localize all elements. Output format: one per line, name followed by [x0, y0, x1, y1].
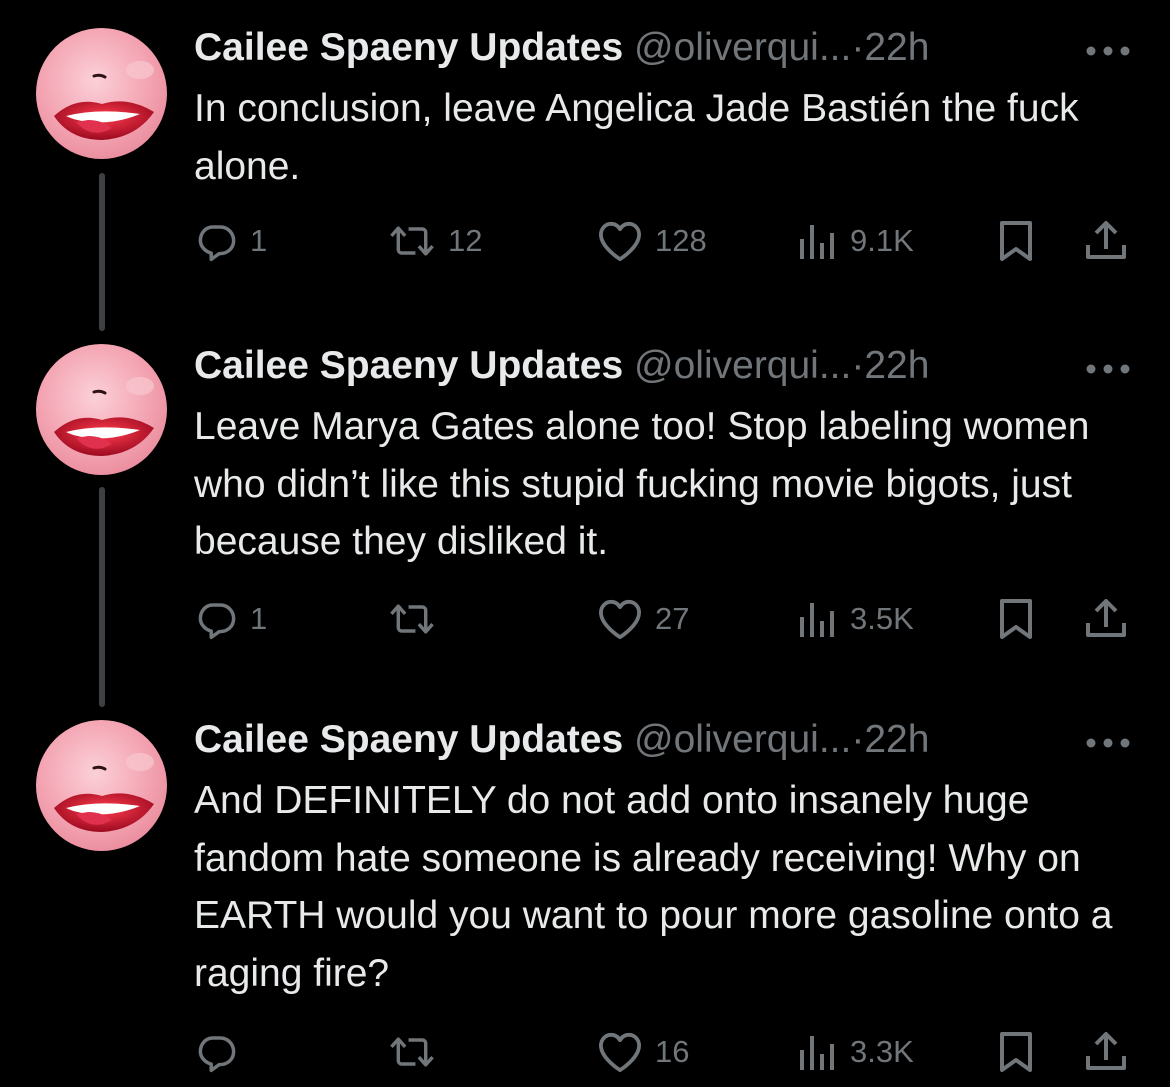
- tweet-actions: 1 27 3.5K: [0, 589, 1170, 649]
- like-count: 128: [655, 223, 707, 258]
- views-icon: [800, 1036, 834, 1070]
- reply-button[interactable]: 1: [196, 589, 267, 649]
- more-dots-icon[interactable]: [1085, 44, 1131, 56]
- reply-count: 1: [250, 601, 268, 636]
- share-icon: [1086, 221, 1126, 259]
- bookmark-icon: [1000, 599, 1032, 639]
- tweet-text: In conclusion, leave Angelica Jade Basti…: [194, 87, 1090, 188]
- share-icon: [1086, 1032, 1126, 1070]
- separator-dot: ·: [851, 718, 865, 761]
- views-icon: [800, 225, 834, 259]
- retweet-icon: [390, 1037, 434, 1067]
- tweet-thread: Cailee Spaeny Updates @oliverqui...·22h …: [0, 0, 1170, 1087]
- bookmark-button[interactable]: [998, 589, 1034, 649]
- like-count: 27: [655, 601, 690, 636]
- tweet-header: Cailee Spaeny Updates @oliverqui...·22h: [194, 20, 929, 76]
- like-button[interactable]: 128: [597, 211, 707, 271]
- views-button[interactable]: 3.3K: [798, 1022, 914, 1082]
- lips-avatar[interactable]: [36, 344, 167, 475]
- tweet-timestamp[interactable]: 22h: [864, 344, 929, 387]
- author-handle[interactable]: @oliverqui...: [634, 718, 851, 761]
- heart-icon: [599, 1032, 641, 1073]
- view-count: 3.3K: [850, 1034, 914, 1069]
- reply-button[interactable]: 1: [196, 211, 267, 271]
- author-handle[interactable]: @oliverqui...: [634, 344, 851, 387]
- retweet-icon: [390, 226, 434, 256]
- bookmark-button[interactable]: [998, 1022, 1034, 1082]
- tweet-text: Leave Marya Gates alone too! Stop labeli…: [194, 405, 1101, 563]
- tweet-actions: 16 3.3K: [0, 1022, 1170, 1082]
- heart-icon: [599, 221, 641, 262]
- author-name[interactable]: Cailee Spaeny Updates: [194, 344, 623, 387]
- tweet-timestamp[interactable]: 22h: [864, 718, 929, 761]
- like-button[interactable]: 16: [597, 1022, 689, 1082]
- share-icon: [1086, 599, 1126, 637]
- heart-icon: [599, 599, 641, 640]
- tweet-actions: 1 12 128 9.1K: [0, 211, 1170, 271]
- views-button[interactable]: 9.1K: [798, 211, 914, 271]
- separator-dot: ·: [851, 344, 865, 387]
- share-button[interactable]: [1084, 589, 1128, 649]
- like-button[interactable]: 27: [597, 589, 689, 649]
- reply-icon: [198, 225, 236, 262]
- reply-button[interactable]: [196, 1022, 250, 1082]
- reply-icon: [198, 603, 236, 640]
- author-name[interactable]: Cailee Spaeny Updates: [194, 26, 623, 69]
- author-name[interactable]: Cailee Spaeny Updates: [194, 718, 623, 761]
- reply-count: 1: [250, 223, 268, 258]
- reply-icon: [198, 1036, 236, 1073]
- share-button[interactable]: [1084, 1022, 1128, 1082]
- view-count: 9.1K: [850, 223, 914, 258]
- retweet-button[interactable]: [388, 1022, 448, 1082]
- more-dots-icon[interactable]: [1085, 362, 1131, 374]
- views-icon: [800, 603, 834, 637]
- share-button[interactable]: [1084, 211, 1128, 271]
- retweet-icon: [390, 604, 434, 634]
- like-count: 16: [655, 1034, 690, 1069]
- tweet-text: And DEFINITELY do not add onto insanely …: [194, 779, 1124, 995]
- views-button[interactable]: 3.5K: [798, 589, 914, 649]
- bookmark-icon: [1000, 221, 1032, 261]
- tweet-header: Cailee Spaeny Updates @oliverqui...·22h: [194, 338, 929, 394]
- bookmark-icon: [1000, 1032, 1032, 1072]
- retweet-button[interactable]: 12: [388, 211, 482, 271]
- view-count: 3.5K: [850, 601, 914, 636]
- lips-avatar[interactable]: [36, 720, 167, 851]
- separator-dot: ·: [851, 26, 865, 69]
- lips-avatar[interactable]: [36, 28, 167, 159]
- author-handle[interactable]: @oliverqui...: [634, 26, 851, 69]
- retweet-button[interactable]: [388, 589, 448, 649]
- tweet-timestamp[interactable]: 22h: [864, 26, 929, 69]
- more-dots-icon[interactable]: [1085, 736, 1131, 748]
- tweet-header: Cailee Spaeny Updates @oliverqui...·22h: [194, 712, 929, 768]
- retweet-count: 12: [448, 223, 483, 258]
- bookmark-button[interactable]: [998, 211, 1034, 271]
